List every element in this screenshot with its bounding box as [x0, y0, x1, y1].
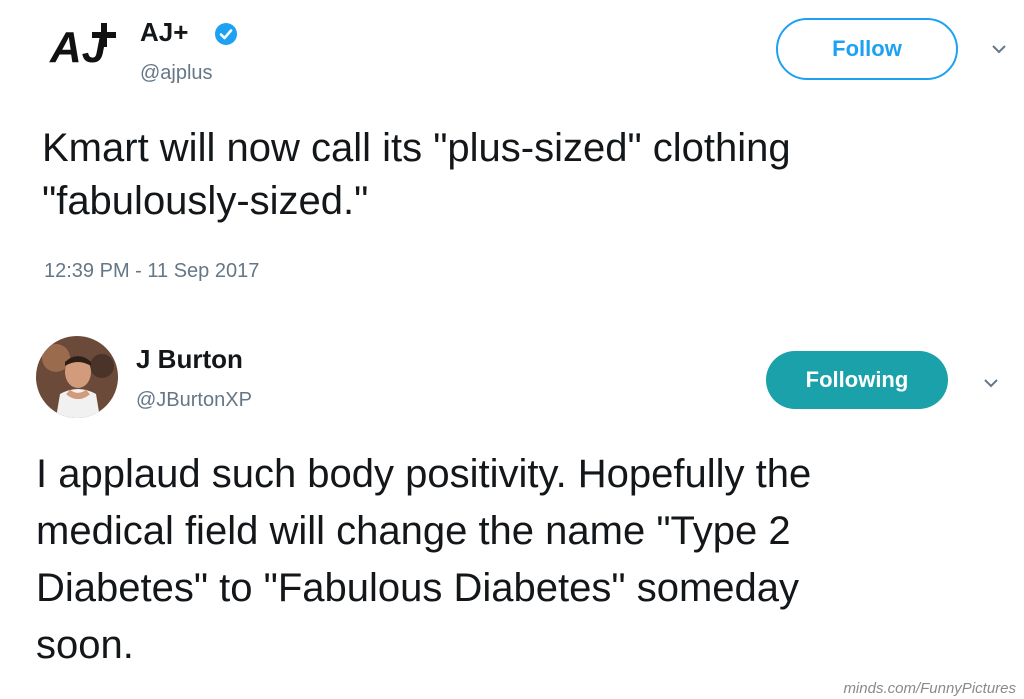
author-name[interactable]: AJ+	[140, 17, 188, 47]
reply-text-line-2: medical field will change the name "Type…	[36, 509, 791, 553]
author-handle[interactable]: @ajplus	[140, 61, 213, 85]
chevron-down-icon[interactable]	[988, 38, 1010, 60]
svg-text:AJ: AJ	[49, 23, 108, 72]
tweet-text-line-2: "fabulously-sized."	[42, 179, 369, 223]
chevron-down-icon[interactable]	[980, 372, 1002, 394]
aj-plus-logo[interactable]: AJ	[48, 14, 120, 78]
user-avatar[interactable]	[36, 336, 118, 418]
following-button[interactable]: Following	[766, 351, 948, 409]
reply-text-line-1: I applaud such body positivity. Hopefull…	[36, 452, 812, 496]
follow-button[interactable]: Follow	[776, 18, 958, 80]
tweet-text-line-1: Kmart will now call its "plus-sized" clo…	[42, 126, 791, 170]
reply-text-line-4: soon.	[36, 623, 134, 667]
reply-author-handle[interactable]: @JBurtonXP	[136, 388, 252, 412]
reply-author-name[interactable]: J Burton	[136, 344, 243, 374]
reply-text-line-3: Diabetes" to "Fabulous Diabetes" someday	[36, 566, 800, 610]
verified-badge-icon	[214, 22, 238, 46]
watermark: minds.com/FunnyPictures	[843, 680, 1016, 697]
tweet-timestamp[interactable]: 12:39 PM - 11 Sep 2017	[44, 260, 259, 283]
